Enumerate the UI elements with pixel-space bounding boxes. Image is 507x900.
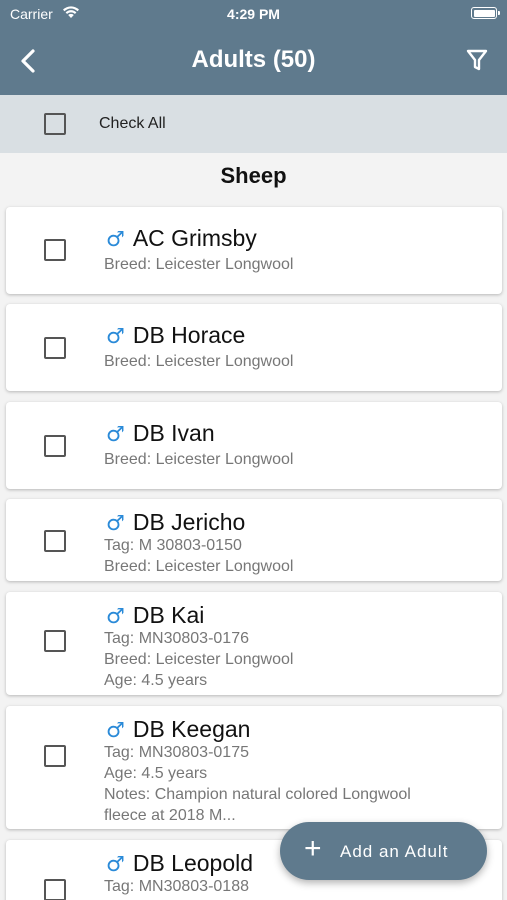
section-title: Sheep (220, 163, 287, 188)
top-bar: Carrier 4:29 PM Adults (50) (0, 0, 507, 95)
navigation-bar: Adults (50) (0, 28, 507, 95)
male-icon: ♂ (106, 604, 125, 628)
male-icon: ♂ (106, 324, 125, 348)
animal-detail: Tag: MN30803-0175 (104, 744, 249, 761)
animal-card[interactable]: ♂ DB Horace Breed: Leicester Longwool (6, 304, 502, 391)
add-adult-button[interactable]: + Add an Adult (280, 822, 487, 880)
male-icon: ♂ (106, 227, 125, 251)
animal-name-row: ♂ DB Leopold (106, 850, 253, 877)
page-title: Adults (50) (191, 46, 316, 73)
animal-name-row: ♂ DB Kai (106, 602, 204, 629)
animal-card[interactable]: ♂ AC Grimsby Breed: Leicester Longwool (6, 207, 502, 294)
male-icon: ♂ (106, 511, 125, 535)
male-icon: ♂ (106, 852, 125, 876)
animal-detail: Age: 4.5 years (104, 672, 208, 689)
animal-checkbox[interactable] (44, 435, 66, 457)
animal-detail: Breed: Leicester Longwool (104, 451, 294, 468)
animal-card[interactable]: ♂ DB Keegan Tag: MN30803-0175 Age: 4.5 ye… (6, 706, 502, 829)
animal-name: DB Jericho (132, 509, 246, 535)
animal-name-row: ♂ DB Jericho (106, 509, 245, 536)
animal-detail: Tag: MN30803-0176 (104, 630, 249, 647)
male-icon: ♂ (106, 718, 125, 742)
animal-name: DB Keegan (132, 716, 251, 742)
animal-checkbox[interactable] (44, 879, 66, 900)
check-all-bar: Check All (0, 95, 507, 153)
animal-detail: Breed: Leicester Longwool (104, 558, 294, 575)
animal-name: DB Horace (132, 322, 246, 348)
animal-name: DB Kai (132, 602, 205, 628)
animal-name: AC Grimsby (132, 225, 257, 251)
animal-detail: fleece at 2018 M... (104, 807, 236, 824)
animal-card[interactable]: ♂ DB Jericho Tag: M 30803-0150 Breed: Lei… (6, 499, 502, 581)
plus-icon: + (304, 832, 322, 865)
animal-name: DB Leopold (132, 850, 254, 876)
animal-name-row: ♂ DB Ivan (106, 420, 215, 447)
animal-name: DB Ivan (132, 420, 215, 446)
animal-name-row: ♂ DB Keegan (106, 716, 250, 743)
check-all-checkbox[interactable] (44, 113, 66, 135)
status-time: 4:29 PM (227, 6, 280, 22)
animal-card[interactable]: ♂ DB Ivan Breed: Leicester Longwool (6, 402, 502, 489)
animal-card[interactable]: ♂ DB Kai Tag: MN30803-0176 Breed: Leicest… (6, 592, 502, 695)
animal-detail: Tag: MN30803-0188 (104, 878, 249, 895)
animal-detail: Breed: Leicester Longwool (104, 353, 294, 370)
animal-name-row: ♂ AC Grimsby (106, 225, 257, 252)
animal-checkbox[interactable] (44, 745, 66, 767)
animal-detail: Breed: Leicester Longwool (104, 651, 294, 668)
animal-detail: Notes: Champion natural colored Longwool (104, 786, 411, 803)
animal-checkbox[interactable] (44, 239, 66, 261)
status-bar: Carrier 4:29 PM (0, 0, 507, 28)
animal-detail: Tag: M 30803-0150 (104, 537, 242, 554)
check-all-label[interactable]: Check All (99, 115, 166, 133)
battery-icon (471, 7, 500, 19)
animal-checkbox[interactable] (44, 337, 66, 359)
animal-detail: Age: 4.5 years (104, 765, 208, 782)
male-icon: ♂ (106, 422, 125, 446)
animal-detail: Breed: Leicester Longwool (104, 256, 294, 273)
add-adult-label: Add an Adult (340, 842, 449, 861)
filter-icon[interactable] (465, 47, 489, 73)
animal-name-row: ♂ DB Horace (106, 322, 245, 349)
animal-checkbox[interactable] (44, 530, 66, 552)
animal-checkbox[interactable] (44, 630, 66, 652)
